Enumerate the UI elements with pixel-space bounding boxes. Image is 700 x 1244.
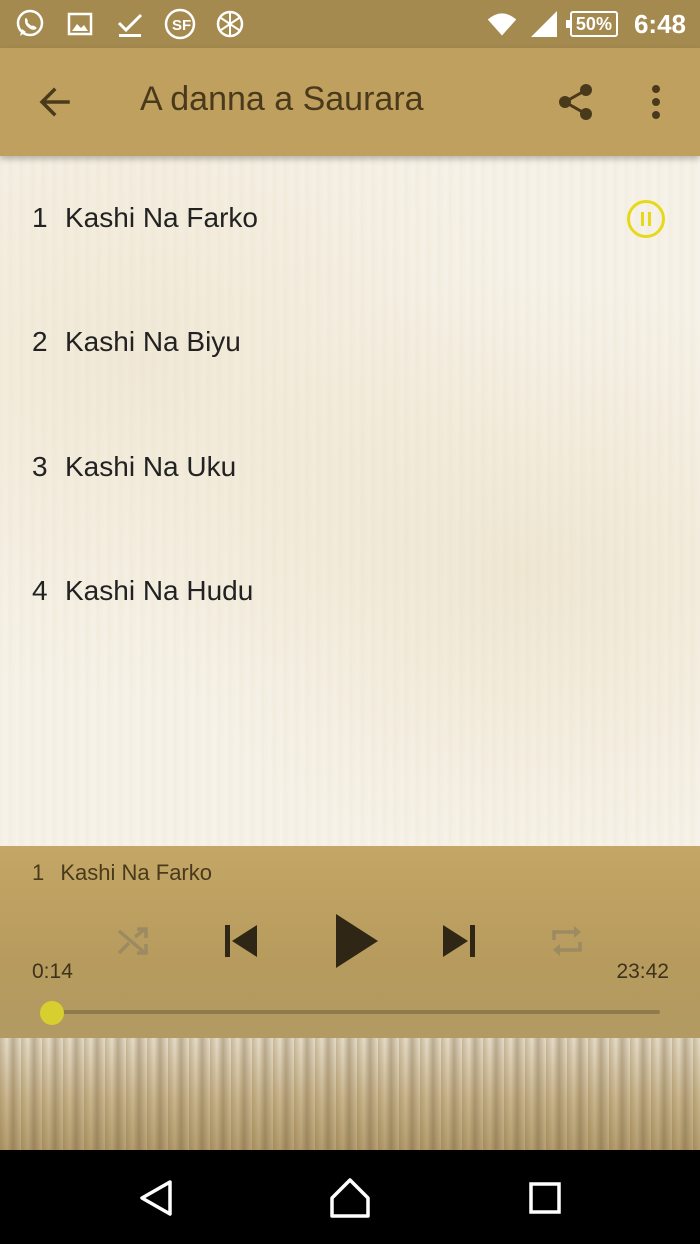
share-icon bbox=[559, 84, 592, 120]
play-icon bbox=[336, 914, 378, 968]
now-playing-label: 1 Kashi Na Farko bbox=[32, 860, 212, 886]
track-list: 1 Kashi Na Farko 2 Kashi Na Biyu 3 Kashi… bbox=[0, 156, 700, 846]
svg-text:SF: SF bbox=[172, 17, 191, 34]
background-image-strip bbox=[0, 1038, 700, 1150]
nav-recents-button[interactable] bbox=[521, 1176, 569, 1220]
status-system-icons: 50% 6:48 bbox=[486, 8, 686, 40]
track-number: 3 bbox=[32, 451, 48, 482]
home-icon bbox=[330, 1178, 370, 1218]
image-icon bbox=[64, 8, 96, 40]
shuffle-button[interactable] bbox=[110, 918, 156, 964]
total-duration: 23:42 bbox=[616, 960, 669, 983]
now-playing-title: Kashi Na Farko bbox=[60, 860, 212, 885]
track-title: Kashi Na Farko bbox=[65, 202, 258, 233]
arrow-left-icon bbox=[39, 87, 70, 117]
seek-bar[interactable] bbox=[46, 1010, 660, 1014]
previous-button[interactable] bbox=[218, 918, 264, 964]
track-number: 2 bbox=[32, 326, 48, 357]
download-done-icon bbox=[114, 8, 146, 40]
seek-thumb[interactable] bbox=[40, 1001, 65, 1025]
track-title: Kashi Na Biyu bbox=[65, 326, 241, 357]
play-button[interactable] bbox=[322, 908, 388, 974]
shuffle-icon bbox=[117, 927, 148, 955]
battery-indicator: 50% bbox=[565, 11, 618, 37]
pause-icon[interactable] bbox=[627, 200, 665, 238]
wifi-icon bbox=[486, 8, 518, 40]
now-playing-number: 1 bbox=[32, 860, 45, 885]
track-title: Kashi Na Hudu bbox=[65, 575, 254, 606]
sf-app-icon: SF bbox=[164, 8, 196, 40]
status-notification-icons: SF bbox=[14, 8, 246, 40]
globe-icon bbox=[214, 8, 246, 40]
track-number: 1 bbox=[32, 202, 48, 233]
recents-icon bbox=[529, 1182, 561, 1214]
more-vert-icon bbox=[652, 85, 660, 119]
track-item-4[interactable]: 4 Kashi Na Hudu bbox=[0, 529, 700, 653]
player-panel: 1 Kashi Na Farko 0:14 23:42 bbox=[0, 846, 700, 1038]
elapsed-time: 0:14 bbox=[32, 960, 73, 983]
nav-home-button[interactable] bbox=[326, 1176, 374, 1220]
track-title: Kashi Na Uku bbox=[65, 451, 237, 482]
navigation-bar bbox=[0, 1150, 700, 1244]
track-item-2[interactable]: 2 Kashi Na Biyu bbox=[0, 280, 700, 404]
back-triangle-icon bbox=[140, 1180, 172, 1216]
track-item-1[interactable]: 1 Kashi Na Farko bbox=[0, 156, 700, 280]
status-clock: 6:48 bbox=[633, 8, 686, 39]
track-number: 4 bbox=[32, 575, 48, 606]
next-button[interactable] bbox=[436, 918, 482, 964]
page-title: A danna a Saurara bbox=[140, 80, 424, 118]
nav-back-button[interactable] bbox=[132, 1176, 180, 1220]
share-button[interactable] bbox=[552, 78, 600, 126]
skip-previous-icon bbox=[225, 925, 257, 957]
repeat-button[interactable] bbox=[544, 918, 590, 964]
signal-icon bbox=[528, 8, 560, 40]
more-options-button[interactable] bbox=[636, 78, 676, 126]
skip-next-icon bbox=[443, 925, 475, 957]
app-bar: A danna a Saurara bbox=[0, 48, 700, 156]
track-item-3[interactable]: 3 Kashi Na Uku bbox=[0, 405, 700, 529]
repeat-icon bbox=[552, 926, 582, 956]
status-bar: SF 50% 6:48 bbox=[0, 0, 700, 48]
back-button[interactable] bbox=[30, 78, 78, 126]
whatsapp-icon bbox=[14, 8, 46, 40]
